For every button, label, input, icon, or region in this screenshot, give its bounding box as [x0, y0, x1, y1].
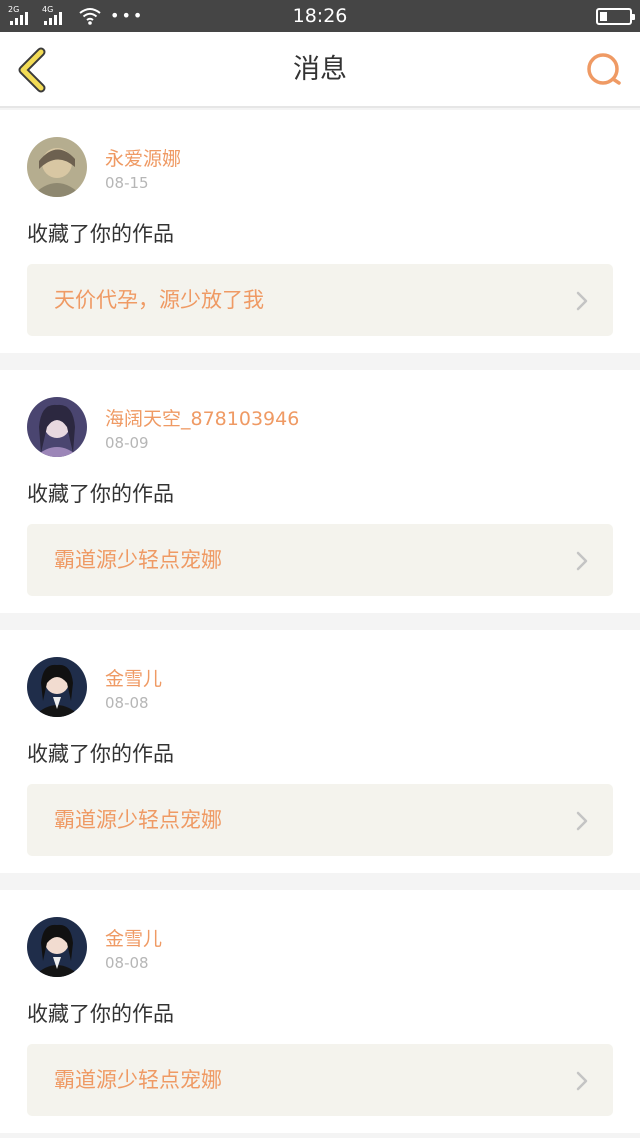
message-date: 08-15 [105, 174, 149, 192]
work-link[interactable]: 霸道源少轻点宠娜 [27, 784, 613, 856]
message-card: 海阔天空_878103946 08-09 收藏了你的作品 霸道源少轻点宠娜 [0, 370, 640, 613]
user-name[interactable]: 海阔天空_878103946 [105, 404, 299, 431]
work-title: 霸道源少轻点宠娜 [54, 808, 222, 832]
message-date: 08-08 [105, 954, 149, 972]
page-title: 消息 [293, 54, 347, 85]
status-time: 18:26 [292, 5, 348, 27]
action-text: 收藏了你的作品 [27, 1002, 174, 1026]
battery-icon [596, 8, 635, 25]
user-name[interactable]: 永爱源娜 [105, 144, 181, 171]
message-date: 08-09 [105, 434, 149, 452]
chevron-right-icon [576, 551, 588, 571]
user-name[interactable]: 金雪儿 [105, 664, 162, 691]
avatar[interactable] [27, 917, 87, 977]
avatar[interactable] [27, 137, 87, 197]
battery-level [600, 12, 607, 21]
message-card: 永爱源娜 08-15 收藏了你的作品 天价代孕，源少放了我 [0, 110, 640, 353]
chevron-right-icon [576, 291, 588, 311]
work-title: 霸道源少轻点宠娜 [54, 1068, 222, 1092]
message-card: 金雪儿 08-08 收藏了你的作品 霸道源少轻点宠娜 [0, 890, 640, 1133]
action-text: 收藏了你的作品 [27, 482, 174, 506]
work-title: 天价代孕，源少放了我 [54, 288, 264, 312]
action-text: 收藏了你的作品 [27, 222, 174, 246]
action-text: 收藏了你的作品 [27, 742, 174, 766]
work-link[interactable]: 霸道源少轻点宠娜 [27, 1044, 613, 1116]
work-link[interactable]: 霸道源少轻点宠娜 [27, 524, 613, 596]
chevron-right-icon [576, 1071, 588, 1091]
message-date: 08-08 [105, 694, 149, 712]
work-link[interactable]: 天价代孕，源少放了我 [27, 264, 613, 336]
avatar[interactable] [27, 657, 87, 717]
message-list: 永爱源娜 08-15 收藏了你的作品 天价代孕，源少放了我 海阔天空_87810… [0, 110, 640, 1138]
chevron-right-icon [576, 811, 588, 831]
avatar[interactable] [27, 397, 87, 457]
nav-bar: 消息 [0, 32, 640, 108]
user-name[interactable]: 金雪儿 [105, 924, 162, 951]
message-card: 金雪儿 08-08 收藏了你的作品 霸道源少轻点宠娜 [0, 630, 640, 873]
status-bar: 2G 4G ••• 18:26 [0, 0, 640, 32]
work-title: 霸道源少轻点宠娜 [54, 548, 222, 572]
search-icon[interactable] [584, 50, 624, 90]
